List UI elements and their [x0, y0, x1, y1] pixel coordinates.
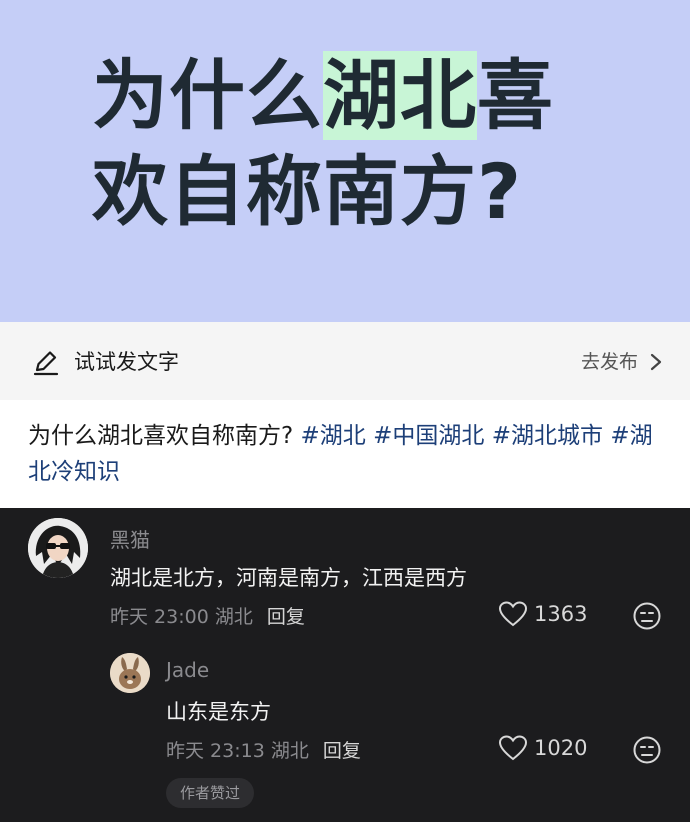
chevron-right-icon	[650, 353, 662, 371]
comment-username[interactable]: Jade	[166, 658, 209, 682]
banner-title-part2: 喜	[477, 51, 554, 140]
like-count: 1363	[534, 602, 588, 626]
like-button[interactable]: 1020	[498, 734, 587, 762]
emoji-face-icon[interactable]	[632, 735, 662, 765]
heart-icon	[498, 735, 528, 761]
header-banner: 为什么湖北喜 欢自称南方?	[0, 0, 690, 322]
comment-meta: 昨天 23:13 湖北 回复	[166, 736, 361, 763]
reply-button[interactable]: 回复	[267, 606, 305, 628]
post-text: 为什么湖北喜欢自称南方?	[28, 423, 301, 449]
author-liked-badge: 作者赞过	[166, 778, 254, 808]
banner-title-part1: 为什么	[92, 51, 323, 140]
avatar[interactable]	[28, 518, 88, 578]
heart-icon	[498, 601, 528, 627]
comment-meta: 昨天 23:00 湖北 回复	[110, 602, 305, 629]
avatar-rabbit-icon	[110, 653, 150, 693]
comment-text: 湖北是北方，河南是南方，江西是西方	[110, 566, 467, 590]
avatar-figure-icon	[28, 518, 88, 578]
like-button[interactable]: 1363	[498, 600, 587, 628]
banner-title: 为什么湖北喜 欢自称南方?	[92, 48, 554, 240]
publish-label: 去发布	[580, 351, 638, 373]
like-count: 1020	[534, 736, 588, 760]
comment-time-location: 昨天 23:00 湖北	[110, 606, 253, 628]
comment-time-location: 昨天 23:13 湖北	[166, 740, 309, 762]
compose-bar[interactable]: 试试发文字 去发布	[0, 322, 690, 400]
comments-section: 黑猫 湖北是北方，河南是南方，江西是西方 昨天 23:00 湖北 回复 1363 …	[0, 508, 690, 822]
post-body: 为什么湖北喜欢自称南方? #湖北 #中国湖北 #湖北城市 #湖北冷知识	[0, 400, 690, 508]
avatar[interactable]	[110, 653, 150, 693]
pen-icon	[33, 351, 59, 376]
hashtag-link[interactable]: #湖北城市	[492, 423, 603, 449]
compose-label: 试试发文字	[74, 350, 179, 374]
comment-text: 山东是东方	[166, 700, 271, 724]
hashtag-link[interactable]: #中国湖北	[373, 423, 484, 449]
publish-button[interactable]: 去发布	[581, 348, 662, 376]
hashtag-link[interactable]: #湖北	[301, 423, 366, 449]
reply-button[interactable]: 回复	[323, 740, 361, 762]
banner-title-highlight: 湖北	[323, 51, 477, 140]
emoji-face-icon[interactable]	[632, 601, 662, 631]
comment-username[interactable]: 黑猫	[110, 524, 150, 553]
banner-title-line2: 欢自称南方?	[92, 147, 523, 236]
